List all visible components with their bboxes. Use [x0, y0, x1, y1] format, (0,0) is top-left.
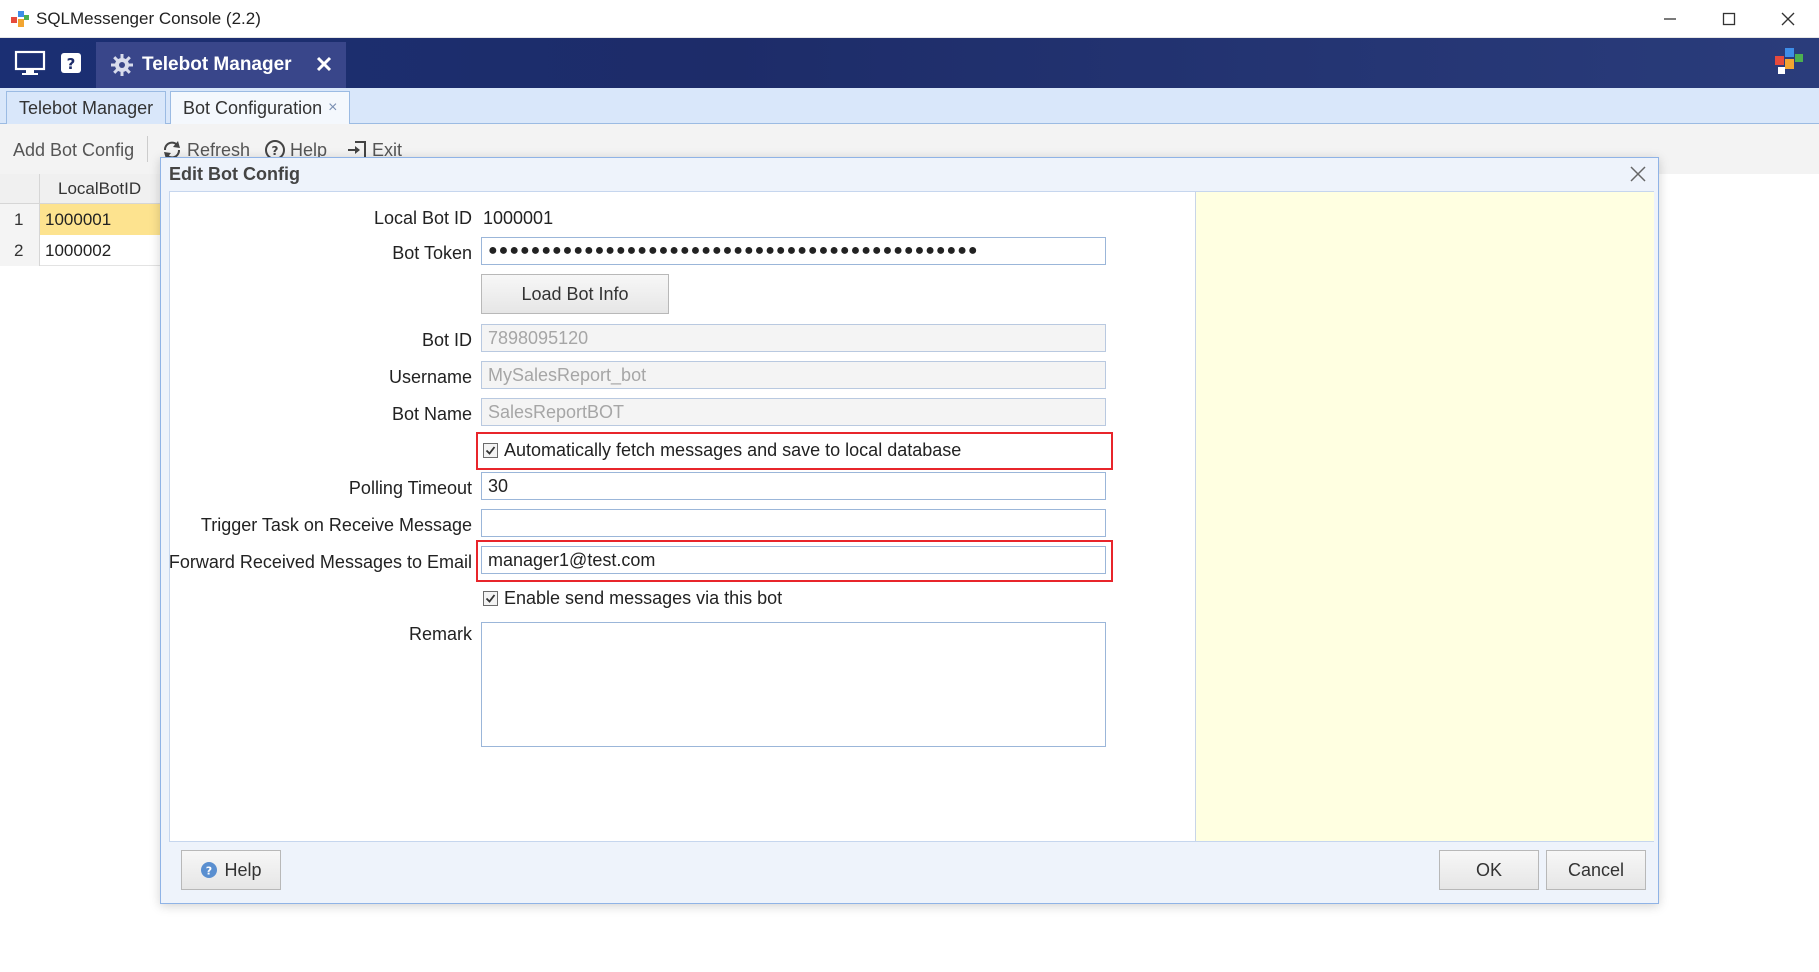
- remark-label: Remark: [408, 624, 472, 644]
- info-side-panel: [1195, 192, 1654, 841]
- app-header: ? Telebot Manager: [0, 38, 1819, 88]
- polling-timeout-label: Polling Timeout: [348, 478, 472, 498]
- row-number: 1: [0, 204, 40, 235]
- minimize-icon: [1664, 18, 1676, 20]
- bot-config-grid: LocalBotID 1 1000001 2 1000002: [0, 174, 160, 266]
- tab-bot-configuration[interactable]: Bot Configuration ×: [170, 91, 351, 124]
- close-icon: [1781, 12, 1795, 26]
- enable-send-checkbox[interactable]: Enable send messages via this bot: [483, 588, 782, 609]
- column-header-localbotid[interactable]: LocalBotID: [58, 179, 141, 199]
- help-circle-icon: ?: [201, 862, 218, 878]
- bot-name-label: Bot Name: [391, 404, 472, 424]
- tab-label: Bot Configuration: [183, 97, 323, 118]
- local-bot-id-label: Local Bot ID: [373, 208, 472, 228]
- brand-logo-icon: [1775, 48, 1803, 74]
- bot-name-field: SalesReportBOT: [481, 398, 1106, 426]
- trigger-task-label: Trigger Task on Receive Message: [200, 515, 472, 535]
- dialog-form: Local Bot ID 1000001 Bot Token ●●●●●●●●●…: [169, 191, 1654, 842]
- close-tab-icon[interactable]: [314, 54, 334, 74]
- toolbar-divider: [147, 136, 148, 162]
- bot-id-label: Bot ID: [421, 330, 472, 350]
- tab-label: Telebot Manager: [19, 97, 154, 118]
- row-number-header: [0, 174, 40, 204]
- help-header-button[interactable]: ?: [56, 44, 86, 82]
- dialog-footer: ? Help OK Cancel: [161, 842, 1658, 903]
- grid-header: LocalBotID: [0, 174, 160, 204]
- monitor-button[interactable]: [12, 44, 48, 82]
- ok-button[interactable]: OK: [1439, 850, 1539, 890]
- checkbox-checked-icon: [483, 443, 498, 458]
- bot-id-field: 7898095120: [481, 324, 1106, 352]
- forward-email-label: Forward Received Messages to Email: [168, 552, 472, 572]
- maximize-button[interactable]: [1700, 0, 1758, 38]
- add-bot-config-button[interactable]: Add Bot Config: [13, 138, 134, 162]
- edit-bot-config-dialog: Edit Bot Config Local Bot ID 1000001 Bot…: [160, 157, 1659, 904]
- row-number: 2: [0, 235, 40, 266]
- dialog-title: Edit Bot Config: [169, 164, 300, 184]
- gear-icon: [111, 54, 133, 76]
- tab-telebot-manager[interactable]: Telebot Manager: [6, 91, 167, 124]
- header-tab-telebot-manager[interactable]: Telebot Manager: [96, 42, 346, 88]
- auto-fetch-checkbox[interactable]: Automatically fetch messages and save to…: [483, 440, 961, 461]
- monitor-icon: [14, 50, 46, 75]
- checkbox-checked-icon: [483, 591, 498, 606]
- local-bot-id-value: 1000001: [483, 208, 554, 228]
- username-field: MySalesReport_bot: [481, 361, 1106, 389]
- svg-text:?: ?: [206, 865, 212, 878]
- cell-localbotid[interactable]: 1000002: [40, 235, 160, 266]
- username-label: Username: [388, 367, 472, 387]
- dialog-help-label: Help: [224, 859, 262, 880]
- app-logo-icon: [11, 11, 29, 27]
- forward-email-field[interactable]: manager1@test.com: [481, 546, 1106, 574]
- load-bot-info-button[interactable]: Load Bot Info: [481, 274, 669, 314]
- window-titlebar: SQLMessenger Console (2.2): [0, 0, 1819, 38]
- table-row[interactable]: 2 1000002: [0, 235, 160, 266]
- close-tab-icon[interactable]: ×: [328, 99, 337, 117]
- question-icon: ?: [61, 53, 81, 73]
- table-row[interactable]: 1 1000001: [0, 204, 160, 235]
- maximize-icon: [1722, 12, 1736, 26]
- close-window-button[interactable]: [1759, 0, 1817, 38]
- bot-token-label: Bot Token: [392, 243, 472, 263]
- dialog-close-icon[interactable]: [1628, 164, 1648, 184]
- cell-localbotid[interactable]: 1000001: [40, 204, 160, 235]
- document-tabs: Telebot Manager Bot Configuration ×: [0, 88, 1819, 124]
- remark-textarea[interactable]: [481, 622, 1106, 747]
- cancel-button[interactable]: Cancel: [1546, 850, 1646, 890]
- auto-fetch-label: Automatically fetch messages and save to…: [504, 440, 962, 460]
- trigger-task-field[interactable]: [481, 509, 1106, 537]
- header-tab-label: Telebot Manager: [142, 54, 292, 75]
- svg-text:?: ?: [272, 144, 279, 158]
- enable-send-label: Enable send messages via this bot: [504, 588, 783, 608]
- polling-timeout-field[interactable]: 30: [481, 472, 1106, 500]
- dialog-help-button[interactable]: ? Help: [181, 850, 281, 890]
- add-bot-config-label: Add Bot Config: [13, 139, 135, 160]
- window-title: SQLMessenger Console (2.2): [36, 9, 261, 28]
- minimize-button[interactable]: [1641, 0, 1699, 38]
- bot-token-field[interactable]: ●●●●●●●●●●●●●●●●●●●●●●●●●●●●●●●●●●●●●●●●…: [481, 237, 1106, 265]
- svg-text:?: ?: [67, 55, 76, 73]
